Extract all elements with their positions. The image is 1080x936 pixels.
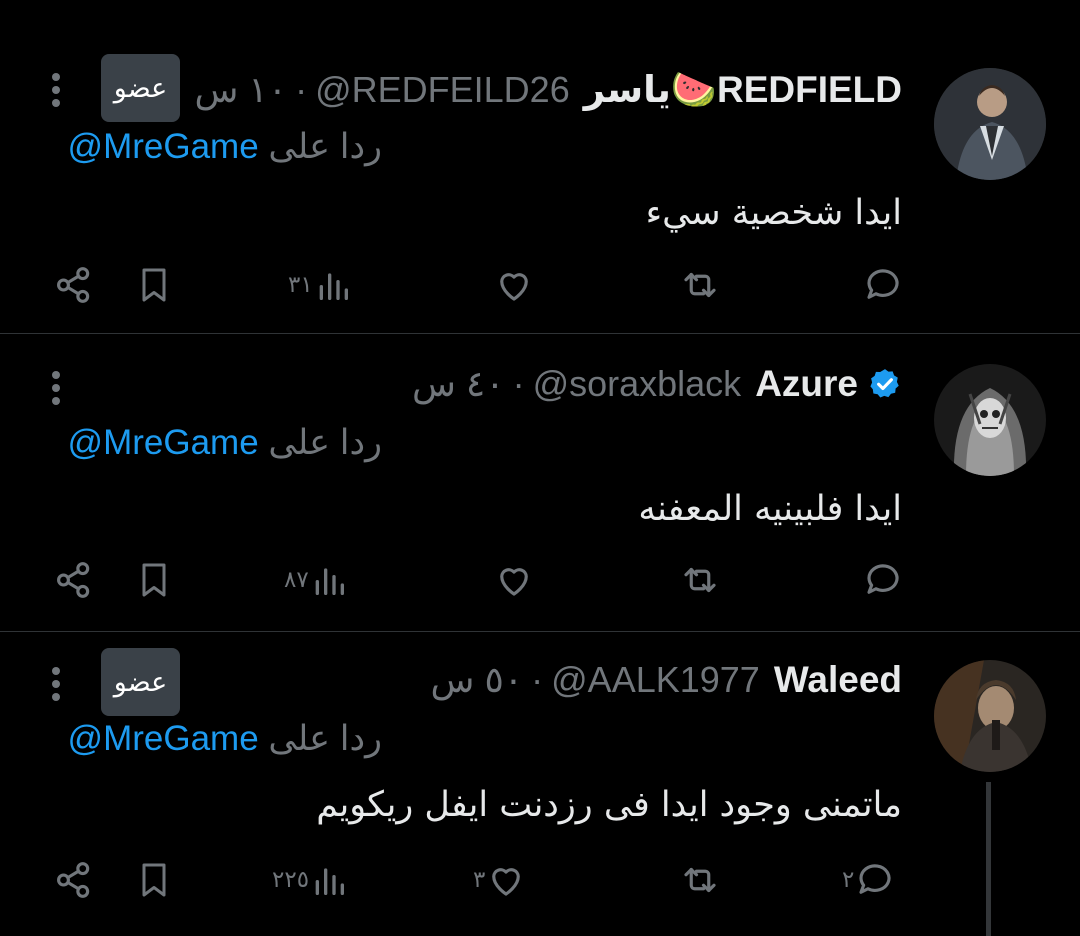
views-icon bbox=[315, 868, 345, 895]
user-handle[interactable]: @REDFEILD26 bbox=[315, 69, 570, 111]
like-count: ٣ bbox=[473, 867, 486, 893]
reply-count: ٢ bbox=[842, 867, 855, 893]
separator-dot: · bbox=[512, 363, 525, 404]
tweet[interactable]: ٤٠ س · @soraxblack Azure ردا على @MreGam… bbox=[0, 334, 1080, 632]
share-button[interactable] bbox=[53, 558, 95, 602]
verified-badge-icon bbox=[870, 369, 899, 398]
like-button[interactable] bbox=[493, 558, 535, 602]
avatar-image bbox=[934, 68, 1046, 180]
tweet-header: ٥٠ س · @AALK1977 Waleed bbox=[431, 650, 902, 710]
avatar[interactable] bbox=[934, 68, 1046, 180]
heart-icon bbox=[500, 568, 528, 596]
reply-button[interactable] bbox=[862, 558, 904, 602]
more-options-button[interactable] bbox=[40, 660, 72, 708]
member-badge: عضو bbox=[101, 54, 180, 122]
bookmark-button[interactable] bbox=[134, 263, 174, 307]
reply-label: ردا على bbox=[268, 719, 382, 758]
reply-icon bbox=[867, 564, 899, 594]
reply-context: ردا على @MreGame bbox=[68, 122, 382, 172]
display-name[interactable]: ياسر🍉REDFIELD bbox=[584, 68, 902, 112]
reply-button[interactable] bbox=[862, 263, 904, 307]
avatar[interactable] bbox=[934, 660, 1046, 772]
views-button[interactable]: ٣١ bbox=[288, 263, 353, 307]
heart-icon bbox=[492, 868, 521, 896]
bookmark-button[interactable] bbox=[134, 858, 174, 902]
reply-context: ردا على @MreGame bbox=[68, 714, 382, 764]
avatar[interactable] bbox=[934, 364, 1046, 476]
bookmark-icon bbox=[142, 268, 166, 302]
retweet-button[interactable] bbox=[678, 263, 722, 307]
verified-badge bbox=[868, 367, 902, 401]
share-button[interactable] bbox=[53, 263, 95, 307]
reply-mention-link[interactable]: @MreGame bbox=[68, 719, 259, 758]
avatar-image bbox=[934, 364, 1046, 476]
tweet-text: ايدا فلبينيه المعفنه bbox=[638, 489, 902, 529]
share-icon bbox=[57, 862, 90, 898]
display-name[interactable]: Azure bbox=[755, 363, 858, 405]
views-button[interactable]: ٨٧ bbox=[284, 558, 349, 602]
heart-icon bbox=[500, 273, 528, 301]
separator-dot: · bbox=[295, 69, 308, 110]
display-name[interactable]: Waleed bbox=[774, 659, 902, 701]
separator-dot: · bbox=[531, 659, 544, 700]
share-icon bbox=[57, 267, 90, 303]
views-count: ٨٧ bbox=[284, 567, 309, 593]
reply-label: ردا على bbox=[268, 423, 382, 462]
user-handle[interactable]: @AALK1977 bbox=[551, 659, 760, 701]
views-button[interactable]: ٢٢٥ bbox=[272, 858, 349, 902]
thread-connector-line bbox=[986, 782, 991, 936]
more-options-button[interactable] bbox=[40, 364, 72, 412]
bookmark-icon bbox=[142, 563, 166, 597]
tweet-time[interactable]: ١٠ س bbox=[194, 69, 287, 111]
reply-button[interactable]: ٢ bbox=[842, 858, 896, 902]
share-button[interactable] bbox=[53, 858, 95, 902]
like-button[interactable] bbox=[493, 263, 535, 307]
reply-icon bbox=[859, 864, 891, 894]
tweet-text: ايدا شخصية سيء bbox=[645, 193, 902, 233]
retweet-icon bbox=[684, 567, 716, 593]
tweet[interactable]: ٥٠ س · @AALK1977 Waleed عضو ردا على @Mre… bbox=[0, 632, 1080, 936]
retweet-icon bbox=[684, 272, 716, 298]
reply-context: ردا على @MreGame bbox=[68, 418, 382, 468]
tweet-header: ٤٠ س · @soraxblack Azure bbox=[412, 354, 902, 414]
avatar-image bbox=[934, 660, 1046, 772]
like-button[interactable]: ٣ bbox=[473, 858, 527, 902]
tweet[interactable]: ١٠ س · @REDFEILD26 ياسر🍉REDFIELD عضو ردا… bbox=[0, 0, 1080, 334]
bookmark-icon bbox=[142, 863, 166, 897]
views-count: ٣١ bbox=[288, 272, 313, 298]
views-icon bbox=[315, 568, 344, 595]
views-count: ٢٢٥ bbox=[272, 867, 310, 893]
reply-icon bbox=[867, 269, 899, 299]
user-handle[interactable]: @soraxblack bbox=[533, 363, 742, 405]
reply-label: ردا على bbox=[268, 127, 382, 166]
reply-mention-link[interactable]: @MreGame bbox=[68, 127, 259, 166]
more-icon bbox=[52, 371, 60, 405]
bookmark-button[interactable] bbox=[134, 558, 174, 602]
retweet-icon bbox=[684, 867, 716, 893]
views-icon bbox=[319, 273, 348, 300]
more-options-button[interactable] bbox=[40, 66, 72, 114]
retweet-button[interactable] bbox=[678, 858, 722, 902]
tweet-time[interactable]: ٥٠ س bbox=[431, 659, 524, 701]
member-badge: عضو bbox=[101, 648, 180, 716]
reply-mention-link[interactable]: @MreGame bbox=[68, 423, 259, 462]
tweet-text: ماتمنى وجود ايدا فى رزدنت ايفل ريكويم bbox=[316, 785, 902, 825]
tweet-time[interactable]: ٤٠ س bbox=[412, 363, 505, 405]
share-icon bbox=[57, 562, 90, 598]
more-icon bbox=[52, 667, 60, 701]
retweet-button[interactable] bbox=[678, 558, 722, 602]
tweet-header: ١٠ س · @REDFEILD26 ياسر🍉REDFIELD bbox=[194, 60, 902, 120]
more-icon bbox=[52, 73, 60, 107]
